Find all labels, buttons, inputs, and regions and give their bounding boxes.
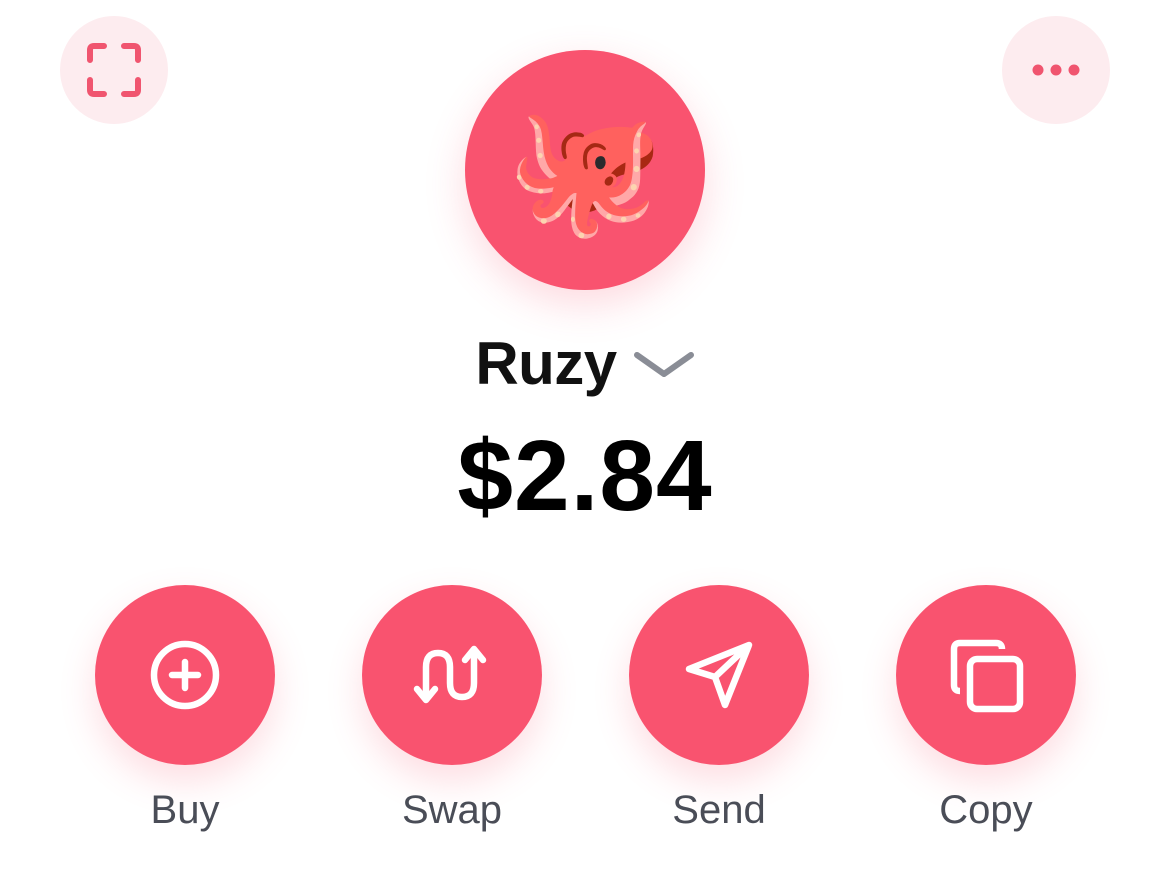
send-label: Send [672, 788, 766, 832]
octopus-emoji-icon: 🐙 [506, 99, 664, 240]
swap-arrows-icon [413, 645, 487, 704]
scan-button[interactable] [60, 16, 168, 124]
scan-qr-icon [87, 43, 141, 97]
buy-button[interactable]: Buy [95, 585, 275, 835]
plus-circle-icon [150, 640, 220, 710]
send-arrow-icon [685, 641, 753, 709]
copy-icon [950, 639, 1024, 713]
send-button-circle[interactable] [629, 585, 809, 765]
account-avatar[interactable]: 🐙 [465, 50, 705, 290]
buy-label: Buy [150, 788, 220, 832]
buy-button-circle[interactable] [95, 585, 275, 765]
copy-label: Copy [939, 788, 1033, 832]
swap-label: Swap [401, 788, 503, 832]
balance-amount: $2.84 [457, 420, 713, 532]
chevron-down-icon [633, 350, 695, 380]
copy-button-circle[interactable] [896, 585, 1076, 765]
swap-button-circle[interactable] [362, 585, 542, 765]
more-horizontal-icon [1032, 64, 1080, 76]
swap-button[interactable]: Swap [362, 585, 542, 835]
account-name: Ruzy [475, 329, 617, 397]
account-switcher[interactable]: Ruzy [0, 318, 1170, 408]
copy-button[interactable]: Copy [896, 585, 1076, 835]
more-options-button[interactable] [1002, 16, 1110, 124]
send-button[interactable]: Send [629, 585, 809, 835]
